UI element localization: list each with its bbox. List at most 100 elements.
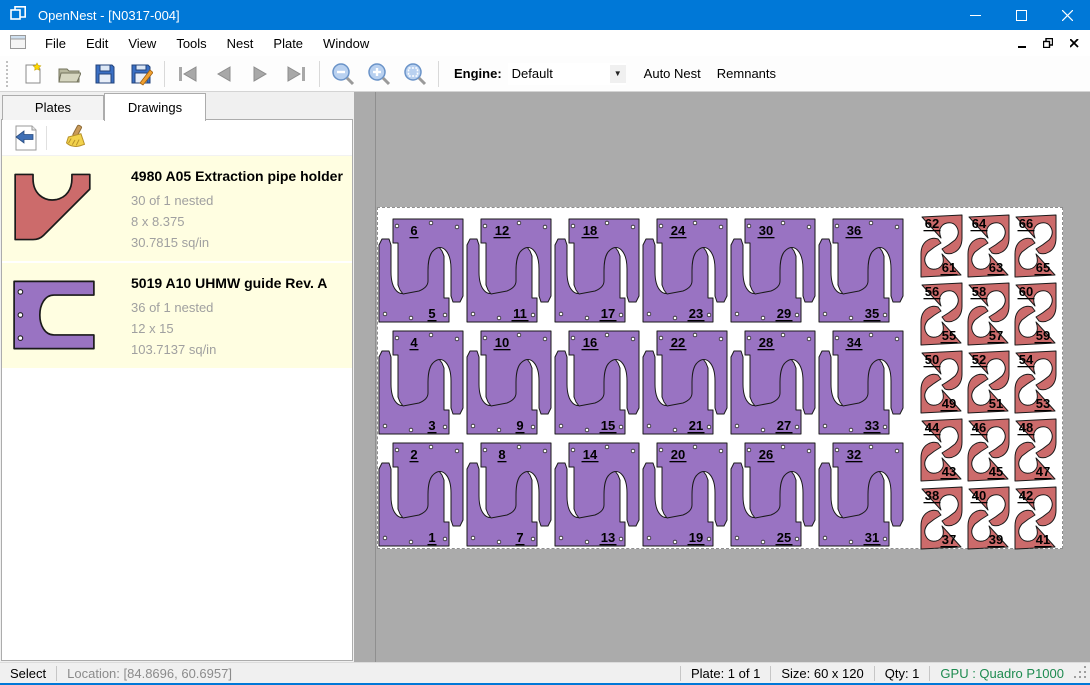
part-label: 34: [847, 335, 862, 350]
nest-pair[interactable]: 6665: [1015, 215, 1056, 277]
nest-pair[interactable]: 3029: [731, 219, 815, 322]
menu-edit[interactable]: Edit: [76, 32, 118, 55]
nest-pair[interactable]: 43: [379, 331, 463, 434]
close-button[interactable]: [1044, 0, 1090, 30]
part-label: 55: [942, 328, 956, 343]
auto-nest-button[interactable]: Auto Nest: [636, 61, 709, 86]
panel-tab-strip: Plates Drawings: [0, 92, 354, 120]
drawing-list-item[interactable]: 4980 A05 Extraction pipe holder 30 of 1 …: [2, 156, 352, 261]
menu-window[interactable]: Window: [313, 32, 379, 55]
drawing-list-item[interactable]: 5019 A10 UHMW guide Rev. A 36 of 1 neste…: [2, 263, 352, 368]
part-label: 17: [601, 306, 615, 321]
zoom-out-button[interactable]: [325, 59, 361, 89]
zoom-extents-button[interactable]: [397, 59, 433, 89]
nest-pair[interactable]: 109: [467, 331, 551, 434]
plate-sheet[interactable]: 6512111817242330293635431091615222128273…: [377, 207, 1063, 549]
part-label: 7: [516, 530, 523, 545]
engine-value: Default: [508, 66, 610, 81]
part-label: 61: [942, 260, 956, 275]
mdi-restore-button[interactable]: [1038, 35, 1058, 51]
part-label: 37: [942, 532, 956, 547]
first-plate-button[interactable]: [170, 59, 206, 89]
canvas-rule-line: [375, 92, 376, 662]
part-label: 59: [1036, 328, 1050, 343]
nest-pair[interactable]: 1615: [555, 331, 639, 434]
nest-pair[interactable]: 65: [379, 219, 463, 322]
save-as-button[interactable]: [123, 59, 159, 89]
nest-pair[interactable]: 3837: [921, 487, 962, 549]
nest-pair[interactable]: 6463: [968, 215, 1009, 277]
nest-pair[interactable]: 2221: [643, 331, 727, 434]
nest-pair[interactable]: 2423: [643, 219, 727, 322]
document-window-icon: [10, 35, 26, 52]
drawing-area: 103.7137 sq/in: [131, 339, 346, 360]
nest-pair[interactable]: 5049: [921, 351, 962, 413]
save-button[interactable]: [87, 59, 123, 89]
menu-nest[interactable]: Nest: [217, 32, 264, 55]
nest-pair[interactable]: 5655: [921, 283, 962, 345]
last-plate-button[interactable]: [278, 59, 314, 89]
nest-pair[interactable]: 4645: [968, 419, 1009, 481]
mdi-minimize-button[interactable]: [1012, 35, 1032, 51]
nest-pair[interactable]: 2827: [731, 331, 815, 434]
nest-pair[interactable]: 5251: [968, 351, 1009, 413]
part-label: 13: [601, 530, 615, 545]
title-bar: OpenNest - [N0317-004]: [0, 0, 1090, 30]
nest-pair[interactable]: 6059: [1015, 283, 1056, 345]
return-drawing-button[interactable]: [8, 123, 42, 153]
nest-pair[interactable]: 21: [379, 443, 463, 546]
nest-pair[interactable]: 1211: [467, 219, 551, 322]
nest-pair[interactable]: 3635: [819, 219, 903, 322]
engine-label: Engine:: [454, 66, 502, 81]
nest-pair[interactable]: 2019: [643, 443, 727, 546]
nest-pair[interactable]: 5453: [1015, 351, 1056, 413]
menu-tools[interactable]: Tools: [166, 32, 216, 55]
nest-pair[interactable]: 6261: [921, 215, 962, 277]
part-label: 10: [495, 335, 509, 350]
part-label: 40: [972, 488, 986, 503]
menu-plate[interactable]: Plate: [263, 32, 313, 55]
nest-pair[interactable]: 1817: [555, 219, 639, 322]
zoom-in-button[interactable]: [361, 59, 397, 89]
new-button[interactable]: [15, 59, 51, 89]
left-panel: Plates Drawings: [0, 92, 354, 662]
part-label: 41: [1036, 532, 1050, 547]
nest-pair[interactable]: 3231: [819, 443, 903, 546]
previous-plate-button[interactable]: [206, 59, 242, 89]
resize-grip[interactable]: [1074, 666, 1088, 680]
remnants-button[interactable]: Remnants: [709, 61, 784, 86]
status-bar: Select Location: [84.8696, 60.6957] Plat…: [0, 662, 1090, 683]
part-label: 30: [759, 223, 773, 238]
nest-canvas[interactable]: 6512111817242330293635431091615222128273…: [354, 92, 1090, 662]
nest-pair[interactable]: 87: [467, 443, 551, 546]
next-plate-button[interactable]: [242, 59, 278, 89]
menu-view[interactable]: View: [118, 32, 166, 55]
menu-file[interactable]: File: [35, 32, 76, 55]
nest-pair[interactable]: 4241: [1015, 487, 1056, 549]
nest-pair[interactable]: 4847: [1015, 419, 1056, 481]
tab-plates[interactable]: Plates: [2, 95, 104, 120]
drawing-title: 5019 A10 UHMW guide Rev. A: [131, 271, 346, 297]
nest-pair[interactable]: 1413: [555, 443, 639, 546]
nest-pair[interactable]: 3433: [819, 331, 903, 434]
drawings-tab-page: 4980 A05 Extraction pipe holder 30 of 1 …: [1, 119, 353, 661]
clear-broom-button[interactable]: [57, 123, 91, 153]
maximize-button[interactable]: [998, 0, 1044, 30]
minimize-button[interactable]: [952, 0, 998, 30]
part-label: 36: [847, 223, 861, 238]
mdi-close-button[interactable]: [1064, 35, 1084, 51]
engine-select[interactable]: Default ▼: [508, 63, 626, 85]
tab-drawings[interactable]: Drawings: [104, 93, 206, 121]
window-title: OpenNest - [N0317-004]: [38, 8, 180, 23]
nest-pair[interactable]: 4039: [968, 487, 1009, 549]
part-label: 47: [1036, 464, 1050, 479]
nest-pair[interactable]: 2625: [731, 443, 815, 546]
part-label: 25: [777, 530, 791, 545]
nest-layout: 6512111817242330293635431091615222128273…: [378, 208, 1064, 550]
part-label: 21: [689, 418, 703, 433]
open-button[interactable]: [51, 59, 87, 89]
nest-pair[interactable]: 5857: [968, 283, 1009, 345]
drawing-thumbnail-purple: [12, 271, 117, 360]
drawing-area: 30.7815 sq/in: [131, 232, 346, 253]
nest-pair[interactable]: 4443: [921, 419, 962, 481]
